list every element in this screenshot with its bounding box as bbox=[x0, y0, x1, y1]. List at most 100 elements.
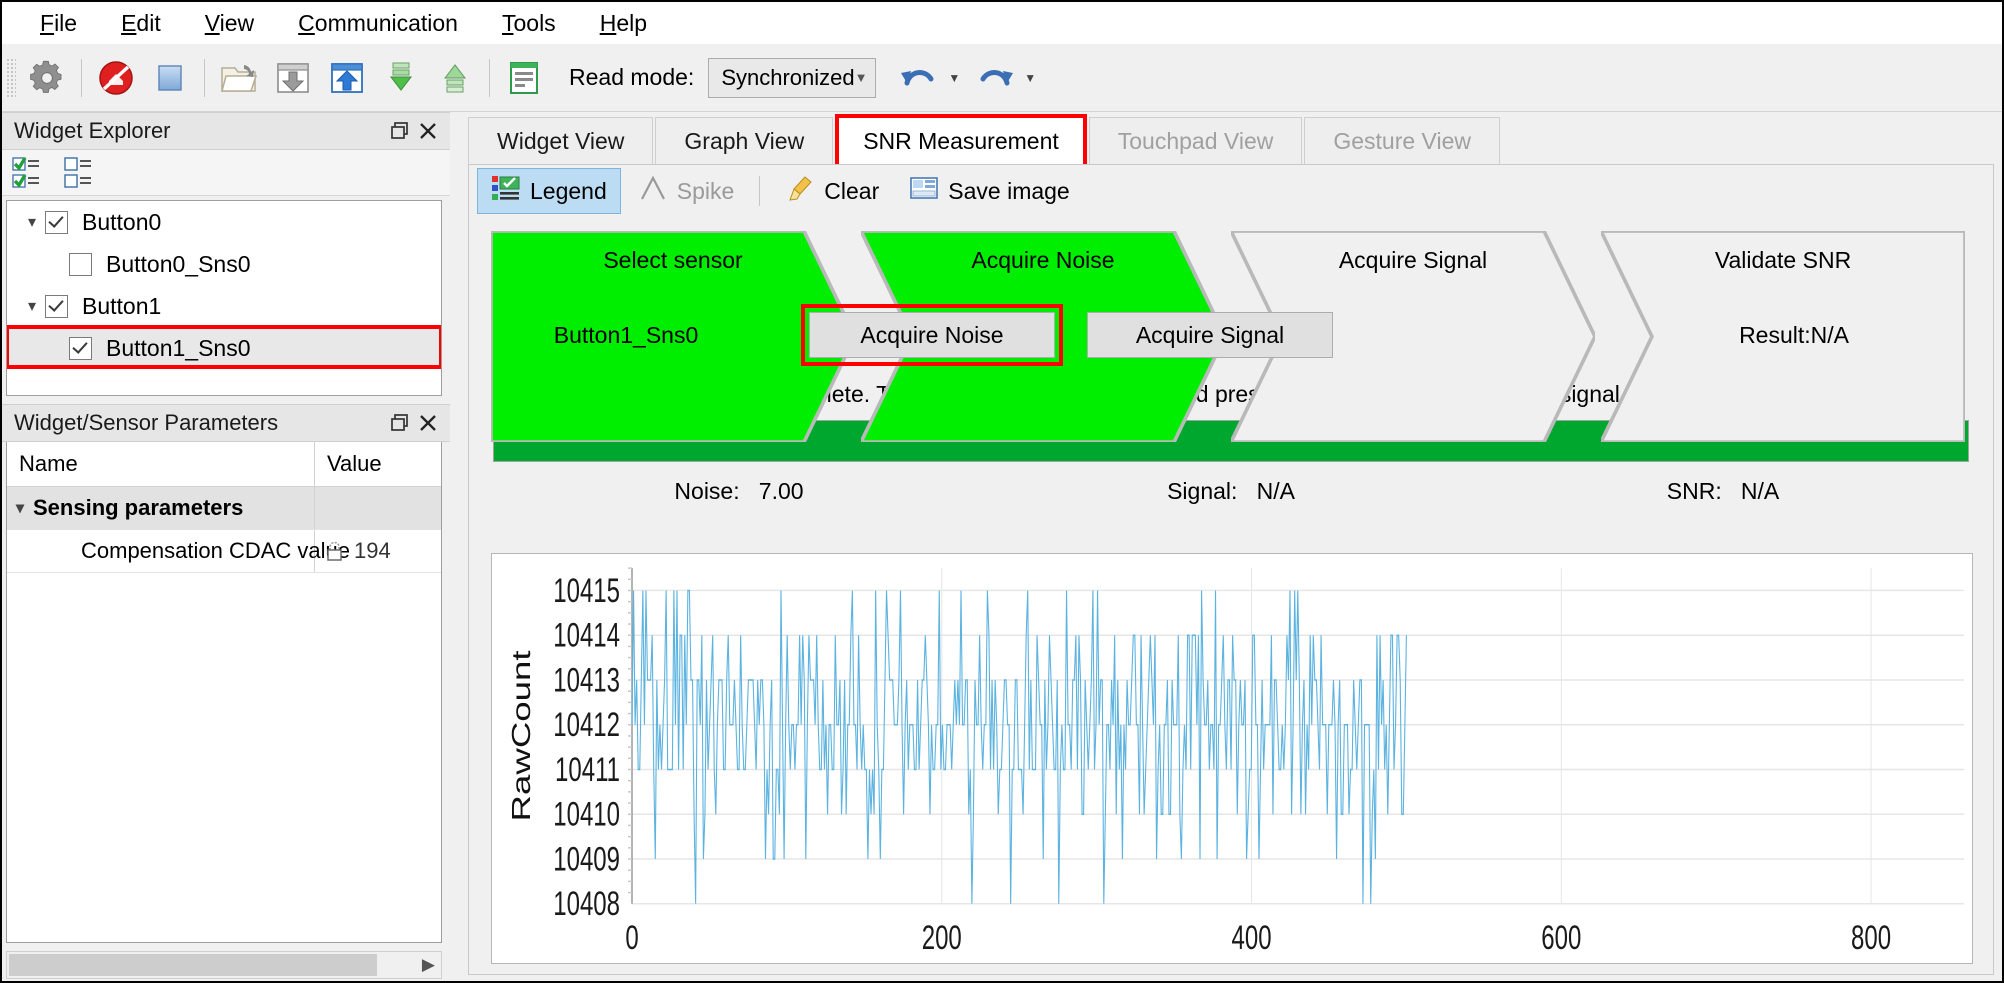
chart-toolbar: Legend Spike Clear Save image bbox=[469, 165, 1993, 217]
tree-item-button0[interactable]: ▾ Button0 bbox=[7, 201, 441, 243]
svg-text:10409: 10409 bbox=[553, 840, 620, 878]
stop-icon[interactable] bbox=[143, 51, 197, 105]
legend-toggle-button[interactable]: Legend bbox=[477, 168, 621, 214]
step-acquire-signal[interactable]: Acquire Signal bbox=[1231, 231, 1595, 443]
param-group-value bbox=[315, 487, 441, 529]
menu-file[interactable]: File bbox=[18, 8, 99, 39]
vertical-scrollbar[interactable] bbox=[1996, 164, 2002, 975]
toolbar-grip[interactable] bbox=[6, 57, 16, 98]
svg-text:10408: 10408 bbox=[553, 885, 620, 923]
application-window: File Edit View Communication Tools Help bbox=[0, 0, 2004, 983]
legend-icon bbox=[491, 174, 521, 208]
check-all-icon[interactable] bbox=[12, 156, 46, 190]
tree-label: Button0 bbox=[82, 208, 162, 235]
snr-stat: SNR: N/A bbox=[1477, 478, 1969, 505]
acquire-signal-button[interactable]: Acquire Signal bbox=[1087, 312, 1333, 358]
chevron-right-icon[interactable]: ▶ bbox=[422, 955, 435, 975]
tab-graph-view[interactable]: Graph View bbox=[655, 117, 834, 164]
column-header-name: Name bbox=[7, 442, 315, 486]
upload-window-icon[interactable] bbox=[320, 51, 374, 105]
param-name: Compensation CDAC value bbox=[7, 530, 350, 572]
undo-icon[interactable] bbox=[892, 51, 946, 105]
signal-value: N/A bbox=[1256, 478, 1295, 504]
menu-edit[interactable]: Edit bbox=[99, 8, 183, 39]
menu-view[interactable]: View bbox=[183, 8, 276, 39]
redo-dropdown-icon[interactable]: ▼ bbox=[1024, 71, 1036, 85]
menu-communication[interactable]: Communication bbox=[276, 8, 480, 39]
column-header-value: Value bbox=[327, 451, 382, 476]
tree-item-button1-sns0[interactable]: Button1_Sns0 bbox=[7, 327, 441, 369]
step-label: Validate SNR bbox=[1714, 246, 1852, 273]
svg-text:RawCount: RawCount bbox=[506, 650, 535, 821]
spike-icon bbox=[638, 174, 668, 208]
chevron-down-icon[interactable]: ▾ bbox=[7, 498, 33, 518]
svg-text:600: 600 bbox=[1541, 919, 1581, 957]
lock-icon bbox=[325, 541, 344, 562]
open-folder-icon[interactable] bbox=[212, 51, 266, 105]
noise-label: Noise: bbox=[674, 478, 740, 504]
svg-text:10413: 10413 bbox=[553, 661, 620, 699]
tree-checkbox-button1-sns0[interactable] bbox=[69, 336, 92, 360]
step-acquire-noise[interactable]: Acquire Noise bbox=[861, 231, 1225, 443]
left-dock-area: Widget Explorer ▾ Button0 Button0_Sns0 ▾… bbox=[2, 112, 450, 981]
menu-help[interactable]: Help bbox=[578, 8, 669, 39]
toolbar-separator bbox=[204, 58, 205, 97]
signal-stat: Signal: N/A bbox=[985, 478, 1477, 505]
snr-value: N/A bbox=[1740, 478, 1780, 504]
step-label: Acquire Signal bbox=[1338, 246, 1488, 273]
menu-tools[interactable]: Tools bbox=[480, 8, 578, 39]
svg-text:10415: 10415 bbox=[553, 572, 620, 610]
toolbar-separator bbox=[759, 176, 761, 206]
save-image-button[interactable]: Save image bbox=[896, 169, 1082, 213]
table-row[interactable]: ▾ Sensing parameters bbox=[7, 487, 441, 530]
read-mode-select[interactable]: Synchronized ▼ bbox=[708, 57, 877, 98]
uncheck-all-icon[interactable] bbox=[64, 156, 98, 190]
acquire-noise-button[interactable]: Acquire Noise bbox=[809, 312, 1055, 358]
horizontal-scrollbar[interactable]: ▶ bbox=[6, 951, 442, 979]
read-mode-label: Read mode: bbox=[569, 64, 695, 90]
redo-icon[interactable] bbox=[968, 51, 1022, 105]
tab-snr-measurement[interactable]: SNR Measurement bbox=[835, 114, 1087, 164]
noise-stat: Noise: 7.00 bbox=[493, 478, 985, 505]
tab-widget-view[interactable]: Widget View bbox=[468, 117, 654, 164]
tree-label: Button1 bbox=[82, 292, 162, 319]
widget-tree[interactable]: ▾ Button0 Button0_Sns0 ▾ Button1 Button1… bbox=[6, 200, 442, 396]
action-row: Button1_Sns0 Acquire Noise Acquire Signa… bbox=[491, 304, 1971, 366]
svg-text:800: 800 bbox=[1851, 919, 1891, 957]
scrollbar-thumb[interactable] bbox=[9, 954, 377, 976]
rawcount-chart[interactable]: 10415 10414 10413 10412 10411 10410 10409 10408… bbox=[491, 553, 1973, 964]
apply-to-device-icon[interactable] bbox=[374, 51, 428, 105]
chevron-down-icon[interactable]: ▾ bbox=[19, 212, 45, 232]
spike-toggle-button[interactable]: Spike bbox=[625, 169, 748, 213]
tree-checkbox-button1[interactable] bbox=[45, 294, 68, 318]
clear-button[interactable]: Clear bbox=[772, 169, 892, 213]
tab-gesture-view[interactable]: Gesture View bbox=[1304, 117, 1500, 164]
tree-item-button1[interactable]: ▾ Button1 bbox=[7, 285, 441, 327]
widget-params-dock: Widget/Sensor Parameters Name Value ▾ Se… bbox=[2, 404, 450, 981]
noise-value: 7.00 bbox=[758, 478, 804, 504]
parameters-table[interactable]: Name Value ▾ Sensing parameters Compensa… bbox=[6, 442, 442, 943]
undo-dropdown-icon[interactable]: ▼ bbox=[948, 71, 960, 85]
step-label: Acquire Noise bbox=[971, 246, 1115, 273]
tab-touchpad-view[interactable]: Touchpad View bbox=[1088, 117, 1303, 164]
close-icon[interactable] bbox=[414, 410, 442, 436]
read-from-device-icon[interactable] bbox=[428, 51, 482, 105]
chevron-down-icon[interactable]: ▾ bbox=[19, 296, 45, 316]
step-validate-snr[interactable]: Validate SNR bbox=[1601, 231, 1965, 443]
chevron-down-icon: ▼ bbox=[854, 70, 868, 85]
toolbar-separator bbox=[81, 58, 82, 97]
tree-checkbox-button0[interactable] bbox=[45, 210, 68, 234]
close-icon[interactable] bbox=[414, 118, 442, 144]
tree-checkbox-button0-sns0[interactable] bbox=[69, 252, 92, 276]
disconnect-icon[interactable] bbox=[89, 51, 143, 105]
step-select-sensor[interactable]: Select sensor bbox=[491, 231, 855, 443]
download-window-icon[interactable] bbox=[266, 51, 320, 105]
gear-icon[interactable] bbox=[20, 51, 74, 105]
selected-sensor-label: Button1_Sns0 bbox=[553, 321, 699, 348]
float-icon[interactable] bbox=[386, 410, 414, 436]
float-icon[interactable] bbox=[386, 118, 414, 144]
table-row[interactable]: Compensation CDAC value 194 bbox=[7, 530, 441, 573]
main-content-pane: Widget View Graph View SNR Measurement T… bbox=[454, 112, 2002, 981]
tree-item-button0-sns0[interactable]: Button0_Sns0 bbox=[7, 243, 441, 285]
log-icon[interactable] bbox=[497, 51, 551, 105]
